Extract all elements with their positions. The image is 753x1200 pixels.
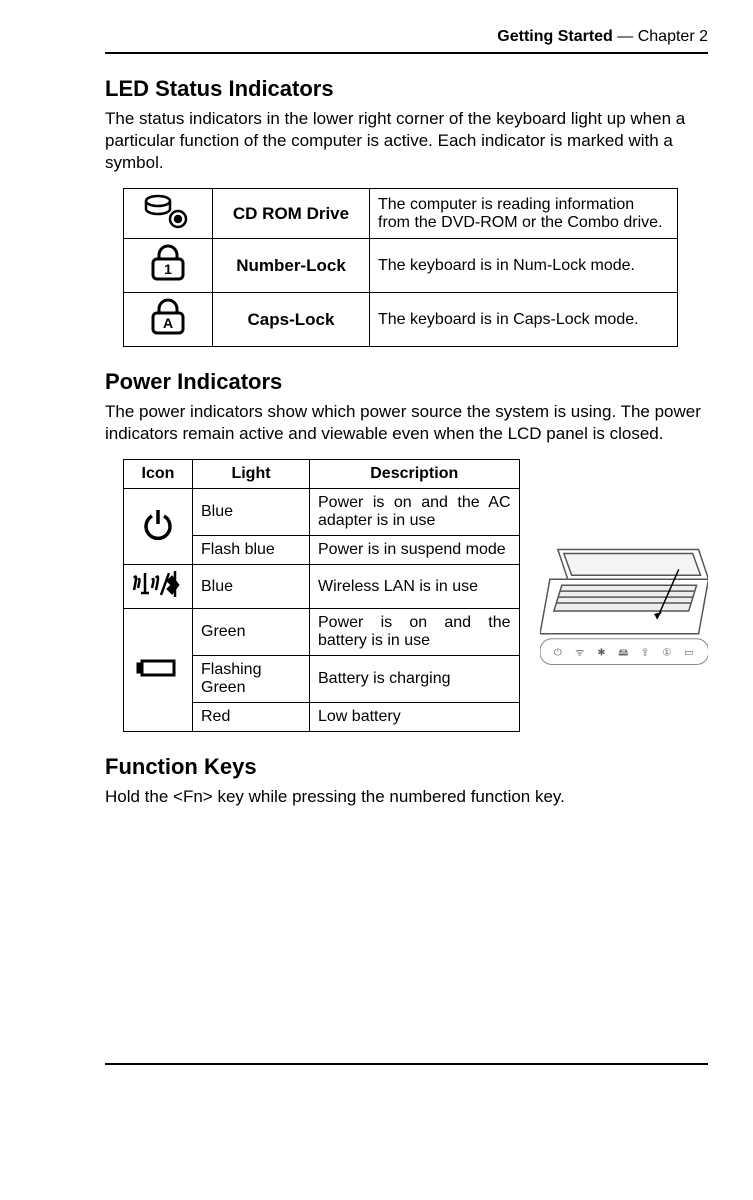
fn-intro: Hold the <Fn> key while pressing the num… [105,786,708,808]
power-intro: The power indicators show which power so… [105,401,708,445]
header-rule [105,52,708,54]
laptop-illustration: ⏻ ᯤ ✱ 🖴 ⇪ ① ▭ [540,539,709,679]
led-table: CD ROM Drive The computer is reading inf… [123,188,678,347]
cdrom-desc: The computer is reading information from… [370,189,678,239]
table-header-row: Icon Light Description [124,460,520,489]
svg-text:🖴: 🖴 [618,648,628,659]
desc-cell: Power is in suspend mode [310,536,520,565]
svg-text:①: ① [662,648,671,659]
capslock-icon: A [124,293,213,347]
light-cell: Blue [193,565,310,609]
wireless-icon [124,565,193,609]
power-table: Icon Light Description Blue Power is on … [123,459,520,732]
numlock-name: Number-Lock [213,239,370,293]
svg-text:✱: ✱ [597,648,605,659]
table-row: Green Power is on and the battery is in … [124,609,520,656]
numlock-desc: The keyboard is in Num-Lock mode. [370,239,678,293]
desc-cell: Low battery [310,703,520,732]
table-row: Blue Wireless LAN is in use [124,565,520,609]
svg-text:1: 1 [164,261,172,277]
light-cell: Flashing Green [193,656,310,703]
header-section: Getting Started [497,28,613,45]
light-cell: Red [193,703,310,732]
col-desc: Description [310,460,520,489]
battery-icon [124,609,193,732]
desc-cell: Power is on and the AC adapter is in use [310,489,520,536]
page-header: Getting Started — Chapter 2 [105,28,708,46]
power-icon [124,489,193,565]
cdrom-icon [124,189,213,239]
capslock-desc: The keyboard is in Caps-Lock mode. [370,293,678,347]
light-cell: Flash blue [193,536,310,565]
table-row: CD ROM Drive The computer is reading inf… [124,189,678,239]
light-cell: Blue [193,489,310,536]
numlock-icon: 1 [124,239,213,293]
led-title: LED Status Indicators [105,76,708,102]
table-row: 1 Number-Lock The keyboard is in Num-Loc… [124,239,678,293]
svg-text:⏻: ⏻ [553,648,561,659]
svg-text:A: A [163,315,173,331]
light-cell: Green [193,609,310,656]
desc-cell: Battery is charging [310,656,520,703]
capslock-name: Caps-Lock [213,293,370,347]
led-intro: The status indicators in the lower right… [105,108,708,174]
col-light: Light [193,460,310,489]
footer-rule [105,1063,708,1065]
cdrom-name: CD ROM Drive [213,189,370,239]
power-title: Power Indicators [105,369,708,395]
svg-text:ᯤ: ᯤ [575,648,584,659]
desc-cell: Wireless LAN is in use [310,565,520,609]
svg-text:⇪: ⇪ [640,648,648,659]
col-icon: Icon [124,460,193,489]
table-row: Blue Power is on and the AC adapter is i… [124,489,520,536]
header-chapter: — Chapter 2 [617,28,708,45]
table-row: A Caps-Lock The keyboard is in Caps-Lock… [124,293,678,347]
desc-cell: Power is on and the battery is in use [310,609,520,656]
svg-text:▭: ▭ [683,648,692,659]
fn-title: Function Keys [105,754,708,780]
